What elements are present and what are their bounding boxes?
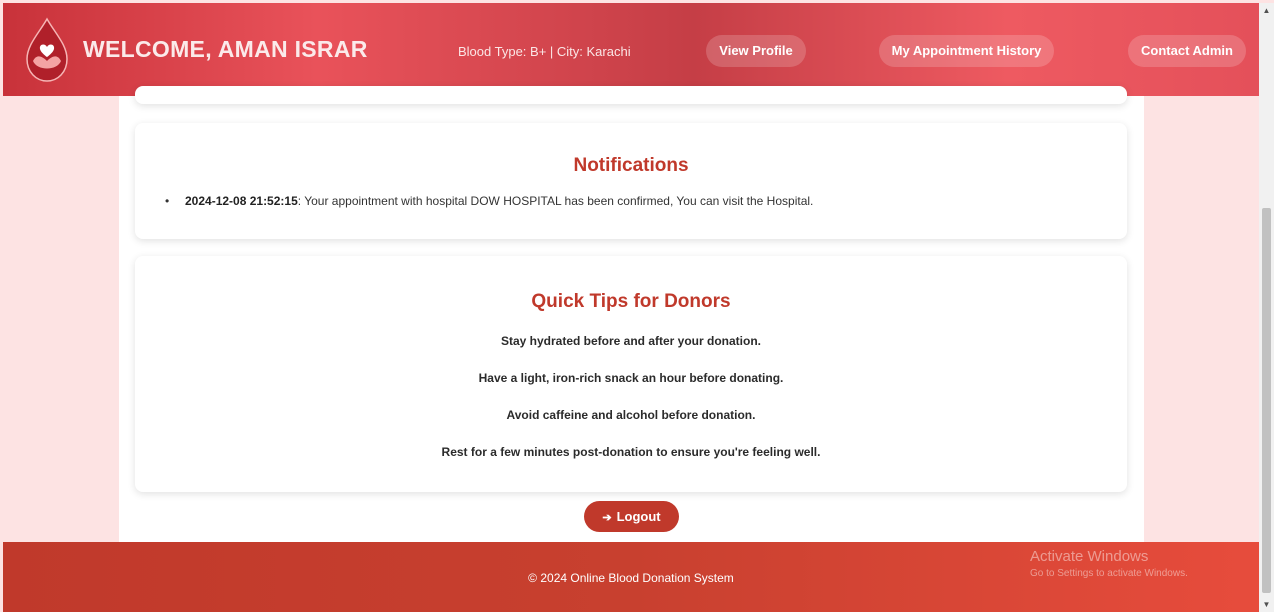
- bullet-icon: •: [165, 194, 170, 208]
- notifications-card: Notifications • 2024-12-08 21:52:15: Your…: [135, 123, 1127, 239]
- tip-item: Avoid caffeine and alcohol before donati…: [506, 408, 756, 422]
- activate-windows-title: Activate Windows: [1030, 548, 1149, 565]
- tip-item: Rest for a few minutes post-donation to …: [441, 445, 821, 459]
- notifications-title: Notifications: [573, 155, 689, 176]
- main-content: Notifications • 2024-12-08 21:52:15: Your…: [119, 86, 1144, 542]
- activate-windows-watermark: Activate Windows Go to Settings to activ…: [1030, 548, 1188, 579]
- tip-item: Have a light, iron-rich snack an hour be…: [478, 371, 784, 385]
- welcome-heading: WELCOME, AMAN ISRAR: [83, 36, 368, 62]
- view-profile-button[interactable]: View Profile: [706, 35, 806, 67]
- notification-timestamp: 2024-12-08 21:52:15: [185, 194, 298, 208]
- scrollbar-thumb[interactable]: [1262, 208, 1271, 593]
- blood-type-city-info: Blood Type: B+ | City: Karachi: [458, 44, 631, 59]
- logout-button[interactable]: ➔ Logout: [584, 501, 679, 532]
- tip-item: Stay hydrated before and after your dona…: [500, 334, 762, 348]
- logout-label: Logout: [616, 509, 661, 524]
- quick-tips-title: Quick Tips for Donors: [531, 291, 731, 312]
- sign-out-icon: ➔: [602, 512, 612, 524]
- previous-card-bottom: [135, 86, 1127, 104]
- page-scrollbar[interactable]: ▲ ▼: [1259, 3, 1274, 612]
- scroll-down-arrow-icon[interactable]: ▼: [1259, 597, 1274, 612]
- scroll-up-arrow-icon[interactable]: ▲: [1259, 3, 1274, 18]
- quick-tips-card: Quick Tips for Donors Stay hydrated befo…: [135, 256, 1127, 492]
- contact-admin-button[interactable]: Contact Admin: [1128, 35, 1246, 67]
- appointment-history-button[interactable]: My Appointment History: [879, 35, 1054, 67]
- notification-item: • 2024-12-08 21:52:15: Your appointment w…: [165, 194, 813, 208]
- top-header: WELCOME, AMAN ISRAR Blood Type: B+ | Cit…: [3, 3, 1259, 96]
- notification-message: : Your appointment with hospital DOW HOS…: [297, 194, 814, 208]
- blood-drop-logo-icon: [25, 17, 69, 83]
- activate-windows-subtitle: Go to Settings to activate Windows.: [1030, 568, 1188, 579]
